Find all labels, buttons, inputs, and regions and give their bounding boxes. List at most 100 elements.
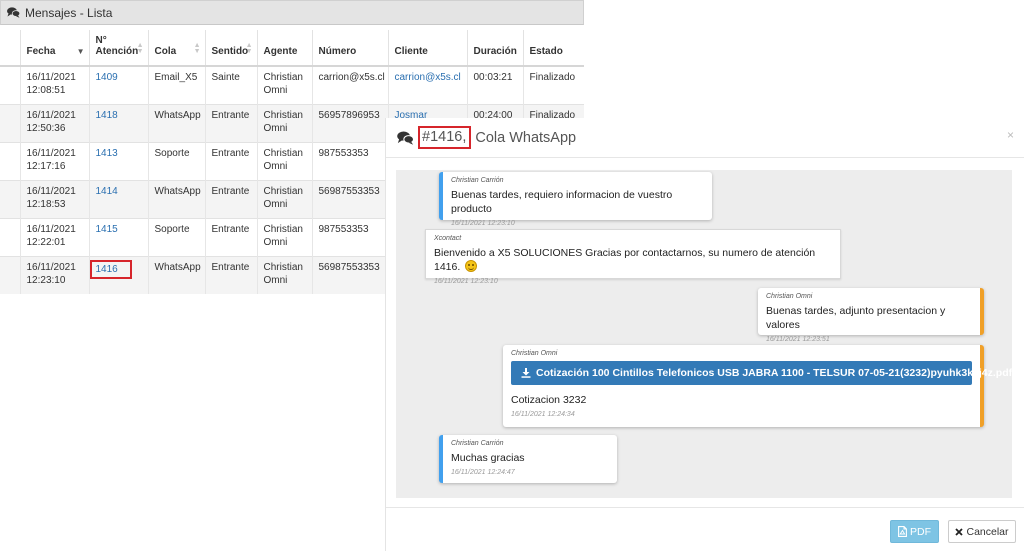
message-bubble: Christian Omni Cotización 100 Cintillos … <box>503 345 1012 427</box>
times-icon <box>955 527 964 536</box>
modal-header: #1416, Cola WhatsApp × <box>386 118 1024 158</box>
col-atencion[interactable]: N° Atención ▲ ▼ <box>88 30 148 67</box>
col-estado[interactable]: Estado <box>522 30 584 67</box>
cell-agente: Christian Omni <box>256 141 312 180</box>
table-header-row: Fecha ▼ N° Atención ▲ ▼ Cola ▲ ▼ Sentido ▲ ▼ Ag… <box>0 30 584 67</box>
message-text: Buenas tardes, requiero informacion de v… <box>451 189 673 215</box>
message-sender: Christian Carrión <box>451 440 504 447</box>
modal-title-queue: Cola WhatsApp <box>475 129 577 146</box>
message-text-wrap: Bienvenido a X5 SOLUCIONES Gracias por c… <box>434 246 832 274</box>
attachment-filename: Cotización 100 Cintillos Telefonicos USB… <box>536 367 1013 379</box>
message-time: 16/11/2021 12:23:10 <box>451 220 515 227</box>
col-cliente[interactable]: Cliente <box>387 30 467 67</box>
cell-agente: Christian Omni <box>256 217 312 256</box>
cell-atencion[interactable]: 1416 <box>88 255 148 294</box>
col-fecha[interactable]: Fecha ▼ <box>19 30 89 67</box>
cell-sentido: Sainte <box>204 65 257 104</box>
cell-cola: Soporte <box>147 141 205 180</box>
atencion-link[interactable]: 1415 <box>96 224 118 235</box>
cell-agente: Christian Omni <box>256 65 312 104</box>
message-sender: Christian Carrión <box>451 177 504 184</box>
col-select <box>0 30 20 67</box>
cell-numero: carrion@x5s.cl <box>311 65 388 104</box>
cell-cliente[interactable]: carrion@x5s.cl <box>387 65 467 104</box>
file-pdf-icon <box>898 526 907 537</box>
cell-duracion: 00:03:21 <box>466 65 523 104</box>
cell-numero: 56987553353 <box>311 255 388 294</box>
cell-cola: WhatsApp <box>147 255 205 294</box>
cell-numero: 987553353 <box>311 141 388 180</box>
cell-cola: WhatsApp <box>147 179 205 218</box>
comments-icon <box>397 131 414 145</box>
cell-fecha: 16/11/2021 12:50:36 <box>19 103 89 142</box>
download-attachment-button[interactable]: Cotización 100 Cintillos Telefonicos USB… <box>511 361 1012 385</box>
cell-numero: 56957896953 <box>311 103 388 142</box>
message-text: Buenas tardes, adjunto presentacion y va… <box>766 305 946 331</box>
message-bubble: Christian Carrión Muchas gracias 16/11/2… <box>439 435 617 483</box>
atencion-link[interactable]: 1418 <box>96 110 118 121</box>
col-duracion[interactable]: Duración <box>466 30 523 67</box>
conversation-modal: #1416, Cola WhatsApp × Christian Carrión… <box>385 118 1024 551</box>
cell-cola: Email_X5 <box>147 65 205 104</box>
cell-atencion[interactable]: 1413 <box>88 141 148 180</box>
col-sentido[interactable]: Sentido ▲ ▼ <box>204 30 257 67</box>
panel-header: Mensajes - Lista <box>0 0 584 25</box>
cancel-label: Cancelar <box>966 525 1009 538</box>
cell-atencion[interactable]: 1409 <box>88 65 148 104</box>
cell-sentido: Entrante <box>204 255 257 294</box>
download-icon <box>521 368 531 378</box>
pdf-label: PDF <box>910 525 931 538</box>
modal-footer: PDF Cancelar <box>386 507 1024 551</box>
cell-fecha: 16/11/2021 12:17:16 <box>19 141 89 180</box>
modal-title: #1416, Cola WhatsApp <box>397 126 576 149</box>
highlight-box: 1416 <box>89 259 132 279</box>
cell-sentido: Entrante <box>204 103 257 142</box>
cancel-button[interactable]: Cancelar <box>948 520 1016 543</box>
message-bubble: Xcontact Bienvenido a X5 SOLUCIONES Grac… <box>425 229 841 285</box>
cell-agente: Christian Omni <box>256 103 312 142</box>
table-row[interactable]: 16/11/2021 12:08:51 1409 Email_X5 Sainte… <box>0 65 584 104</box>
cliente-link[interactable]: carrion@x5s.cl <box>395 72 461 83</box>
cell-sentido: Entrante <box>204 141 257 180</box>
message-bubble: Christian Carrión Buenas tardes, requier… <box>439 172 712 227</box>
col-cola[interactable]: Cola ▲ ▼ <box>147 30 205 67</box>
cell-numero: 56987553353 <box>311 179 388 218</box>
cell-atencion[interactable]: 1418 <box>88 103 148 142</box>
smile-emoji-icon <box>465 260 478 272</box>
col-agente[interactable]: Agente <box>256 30 312 67</box>
close-icon[interactable]: × <box>1007 128 1014 142</box>
cell-atencion[interactable]: 1414 <box>88 179 148 218</box>
atencion-link[interactable]: 1416 <box>96 264 118 275</box>
comments-icon <box>7 7 20 18</box>
cell-numero: 987553353 <box>311 217 388 256</box>
pdf-button[interactable]: PDF <box>890 520 939 543</box>
message-text: Muchas gracias <box>451 452 525 464</box>
atencion-link[interactable]: 1409 <box>96 72 118 83</box>
message-time: 16/11/2021 12:24:47 <box>451 469 515 476</box>
cell-fecha: 16/11/2021 12:18:53 <box>19 179 89 218</box>
cell-fecha: 16/11/2021 12:22:01 <box>19 217 89 256</box>
message-sender: Xcontact <box>434 235 462 242</box>
panel-title: Mensajes - Lista <box>25 5 113 20</box>
cell-estado: Finalizado <box>522 65 584 104</box>
message-bubble: Christian Omni Buenas tardes, adjunto pr… <box>758 288 984 343</box>
cell-cola: WhatsApp <box>147 103 205 142</box>
cell-agente: Christian Omni <box>256 255 312 294</box>
cell-agente: Christian Omni <box>256 179 312 218</box>
cell-fecha: 16/11/2021 12:08:51 <box>19 65 89 104</box>
message-text: Cotizacion 3232 <box>511 394 587 406</box>
message-time: 16/11/2021 12:24:34 <box>511 411 575 418</box>
message-time: 16/11/2021 12:23:51 <box>766 336 830 343</box>
message-time: 16/11/2021 12:23:10 <box>434 278 498 285</box>
cell-atencion[interactable]: 1415 <box>88 217 148 256</box>
cell-fecha: 16/11/2021 12:23:10 <box>19 255 89 294</box>
cell-sentido: Entrante <box>204 179 257 218</box>
message-sender: Christian Omni <box>511 350 558 357</box>
atencion-link[interactable]: 1413 <box>96 148 118 159</box>
cell-sentido: Entrante <box>204 217 257 256</box>
chat-history: Christian Carrión Buenas tardes, requier… <box>396 170 1012 498</box>
atencion-link[interactable]: 1414 <box>96 186 118 197</box>
col-numero[interactable]: Número <box>311 30 388 67</box>
attention-id-highlight: #1416, <box>418 126 472 149</box>
message-text: Bienvenido a X5 SOLUCIONES Gracias por c… <box>434 247 816 273</box>
